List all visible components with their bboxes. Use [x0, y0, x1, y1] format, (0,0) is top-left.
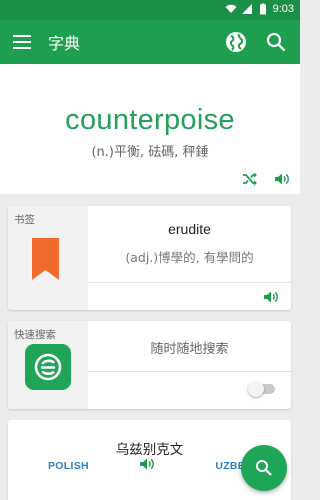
language-button[interactable]	[216, 20, 256, 64]
battery-icon	[259, 3, 266, 15]
word-of-the-day[interactable]: counterpoise (n.)平衡, 砝碼, 秤錘	[0, 64, 300, 194]
wifi-icon	[225, 4, 237, 13]
menu-button[interactable]	[0, 20, 44, 64]
speaker-icon[interactable]	[139, 457, 155, 471]
search-icon	[256, 460, 272, 476]
quick-search-card[interactable]: 快速搜索 随时随地搜索	[8, 321, 291, 409]
speaker-icon[interactable]	[263, 290, 279, 304]
divider	[88, 282, 291, 283]
bookmark-content: erudite (adj.)博學的, 有學問的	[88, 206, 291, 310]
app-title: 字典	[48, 34, 81, 53]
quick-search-side: 快速搜索	[8, 321, 88, 409]
search-button[interactable]	[256, 20, 296, 64]
bookmark-card[interactable]: 书签 erudite (adj.)博學的, 有學問的	[8, 206, 291, 310]
quick-search-label: 快速搜索	[14, 329, 56, 341]
bookmark-word: erudite	[168, 221, 211, 237]
quick-search-icon	[34, 353, 62, 381]
speaker-icon[interactable]	[274, 172, 290, 186]
bookmark-label: 书签	[14, 214, 35, 226]
hero-definition: (n.)平衡, 砝碼, 秤錘	[91, 145, 209, 160]
status-bar: 9:03	[0, 0, 300, 20]
divider	[88, 371, 291, 372]
globe-icon	[226, 32, 246, 52]
status-time: 9:03	[272, 3, 294, 15]
signal-icon	[241, 4, 252, 14]
hero-word: counterpoise	[65, 104, 235, 136]
toggle-knob	[248, 381, 264, 397]
status-icons: 9:03	[225, 3, 294, 15]
quick-search-message: 随时随地搜索	[150, 342, 229, 357]
menu-icon	[13, 35, 31, 49]
quick-search-logo	[25, 344, 71, 390]
bookmark-icon	[32, 238, 59, 280]
source-language[interactable]: POLISH	[48, 460, 89, 472]
search-fab[interactable]	[241, 445, 287, 491]
search-icon	[266, 32, 286, 52]
bookmark-definition: (adj.)博學的, 有學問的	[125, 250, 254, 265]
hero-actions	[242, 172, 290, 186]
quick-search-toggle[interactable]	[248, 381, 275, 397]
quick-search-content: 随时随地搜索	[88, 321, 291, 409]
bookmark-side: 书签	[8, 206, 88, 310]
shuffle-icon[interactable]	[242, 172, 258, 186]
app-bar: 字典	[0, 20, 300, 64]
